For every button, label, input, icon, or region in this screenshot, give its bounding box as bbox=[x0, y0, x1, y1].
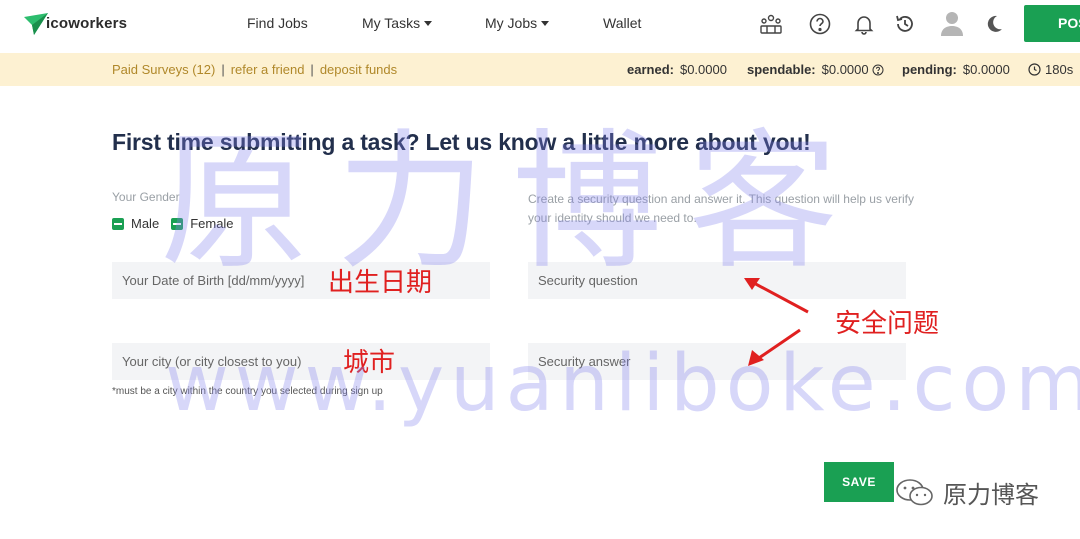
quick-links: Paid Surveys (12) | refer a friend | deposit… bbox=[112, 62, 397, 77]
watermark-badge-text: 原力博客 bbox=[943, 481, 1039, 509]
save-button[interactable]: SAVE bbox=[824, 462, 894, 502]
separator: | bbox=[310, 62, 314, 77]
spendable-stat: spendable: $0.0000 bbox=[747, 62, 884, 77]
watermark-url: www.yuanliboke.com bbox=[165, 339, 1080, 429]
nav-my-jobs[interactable]: My Jobs bbox=[485, 15, 550, 31]
male-label: Male bbox=[131, 216, 160, 231]
male-checkbox[interactable] bbox=[112, 217, 124, 230]
top-nav: icoworkers Find Jobs My Tasks My Jobs Wa… bbox=[0, 0, 1080, 48]
pending-value: $0.0000 bbox=[962, 62, 1010, 77]
paid-surveys-link[interactable]: Paid Surveys (12) bbox=[112, 62, 215, 77]
annotation-security: 安全问题 bbox=[835, 309, 940, 339]
nav-my-tasks-label: My Tasks bbox=[362, 15, 421, 31]
timer-value: 180s bbox=[1045, 62, 1074, 77]
pending-stat: pending: $0.0000 bbox=[902, 62, 1010, 77]
history-icon[interactable] bbox=[893, 12, 917, 36]
wechat-icon bbox=[896, 478, 933, 505]
spendable-value: $0.0000 bbox=[821, 62, 869, 77]
gender-male-option[interactable]: Male bbox=[112, 216, 159, 231]
separator: | bbox=[221, 62, 225, 77]
watermark-title: 原力博客 bbox=[160, 116, 865, 290]
watermark-badge: 原力博客 bbox=[895, 475, 1039, 510]
help-circle-icon[interactable] bbox=[808, 12, 832, 36]
clock-icon bbox=[1028, 63, 1041, 76]
nav-my-tasks[interactable]: My Tasks bbox=[362, 15, 433, 31]
moon-icon[interactable] bbox=[982, 12, 1006, 36]
timer-stat: 180s bbox=[1028, 62, 1073, 77]
nav-find-jobs[interactable]: Find Jobs bbox=[247, 15, 308, 31]
bell-icon[interactable] bbox=[852, 12, 876, 36]
pending-label: pending: bbox=[902, 62, 957, 77]
help-circle-icon[interactable] bbox=[872, 64, 884, 76]
team-icon[interactable] bbox=[759, 12, 783, 36]
chevron-down-icon bbox=[424, 21, 433, 26]
nav-my-jobs-label: My Jobs bbox=[485, 15, 538, 31]
brand-logo[interactable]: icoworkers bbox=[22, 8, 127, 38]
deposit-funds-link[interactable]: deposit funds bbox=[320, 62, 397, 77]
post-job-button[interactable]: POS bbox=[1024, 5, 1080, 42]
account-subbar: Paid Surveys (12) | refer a friend | deposit… bbox=[0, 53, 1080, 86]
chevron-down-icon bbox=[541, 21, 550, 26]
brand-name: icoworkers bbox=[46, 14, 128, 32]
earned-stat: earned: $0.0000 bbox=[627, 62, 727, 77]
logo-mark-icon bbox=[24, 13, 48, 35]
earned-label: earned: bbox=[627, 62, 674, 77]
refer-friend-link[interactable]: refer a friend bbox=[231, 62, 305, 77]
avatar-icon[interactable] bbox=[940, 10, 964, 36]
earned-value: $0.0000 bbox=[679, 62, 727, 77]
spendable-label: spendable: bbox=[747, 62, 816, 77]
nav-wallet[interactable]: Wallet bbox=[603, 15, 641, 31]
